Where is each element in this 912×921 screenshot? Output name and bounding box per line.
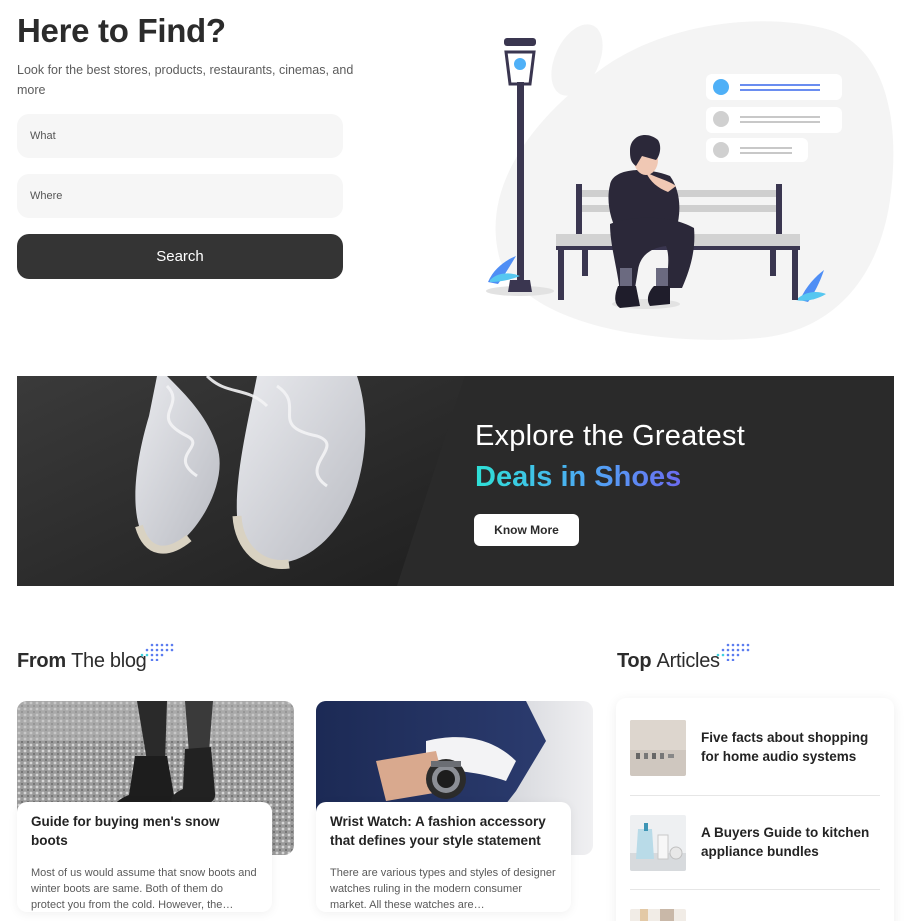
article-item[interactable]: A Buyers Guide to kitchen appliance bund…: [630, 815, 880, 871]
shoe-deals-banner[interactable]: Explore the Greatest Deals in Shoes Know…: [17, 376, 894, 586]
know-more-button[interactable]: Know More: [474, 514, 579, 546]
decorative-dots-icon: [140, 643, 174, 661]
article-thumbnail[interactable]: [630, 909, 686, 921]
banner-highlight: Deals in Shoes: [475, 461, 682, 493]
article-title[interactable]: Five facts about shopping for home audio…: [701, 728, 885, 766]
blog-post-card-watch[interactable]: Wrist Watch: A fashion accessory that de…: [316, 802, 571, 912]
article-divider: [630, 889, 880, 890]
decorative-dots-icon: [716, 643, 750, 661]
article-thumbnail[interactable]: [630, 815, 686, 871]
article-divider: [630, 795, 880, 796]
hero-subtitle: Look for the best stores, products, rest…: [17, 63, 354, 97]
article-photo: [630, 909, 686, 921]
blog-heading: From The blog: [17, 650, 147, 673]
article-item[interactable]: [630, 909, 880, 921]
kitchen-appliances-photo: [630, 815, 686, 871]
where-input[interactable]: [17, 174, 343, 218]
blog-post-card-boots[interactable]: Guide for buying men's snow boots Most o…: [17, 802, 272, 912]
what-input[interactable]: [17, 114, 343, 158]
page: Here to Find? Look for the best stores, …: [0, 0, 912, 921]
hero-title: Here to Find?: [17, 12, 226, 49]
top-articles-heading: Top Articles: [617, 650, 720, 673]
article-item[interactable]: Five facts about shopping for home audio…: [630, 720, 880, 776]
blog-heading-bold: From: [17, 650, 66, 672]
article-title[interactable]: A Buyers Guide to kitchen appliance bund…: [701, 823, 885, 861]
top-articles-heading-bold: Top: [617, 650, 652, 672]
article-thumbnail[interactable]: [630, 720, 686, 776]
top-articles-panel: Five facts about shopping for home audio…: [616, 698, 894, 921]
blog-heading-light: The blog: [71, 650, 147, 672]
banner-heading: Explore the Greatest: [475, 420, 745, 452]
top-articles-heading-light: Articles: [656, 650, 720, 672]
sneakers-photo: [17, 376, 477, 586]
audio-system-photo: [630, 720, 686, 776]
hero-illustration: [486, 21, 894, 340]
blog-post-title[interactable]: Guide for buying men's snow boots: [31, 812, 258, 854]
blog-post-title[interactable]: Wrist Watch: A fashion accessory that de…: [330, 812, 557, 854]
search-button[interactable]: Search: [17, 234, 343, 279]
blog-post-excerpt: Most of us would assume that snow boots …: [31, 867, 257, 911]
blog-post-excerpt: There are various types and styles of de…: [330, 867, 556, 911]
